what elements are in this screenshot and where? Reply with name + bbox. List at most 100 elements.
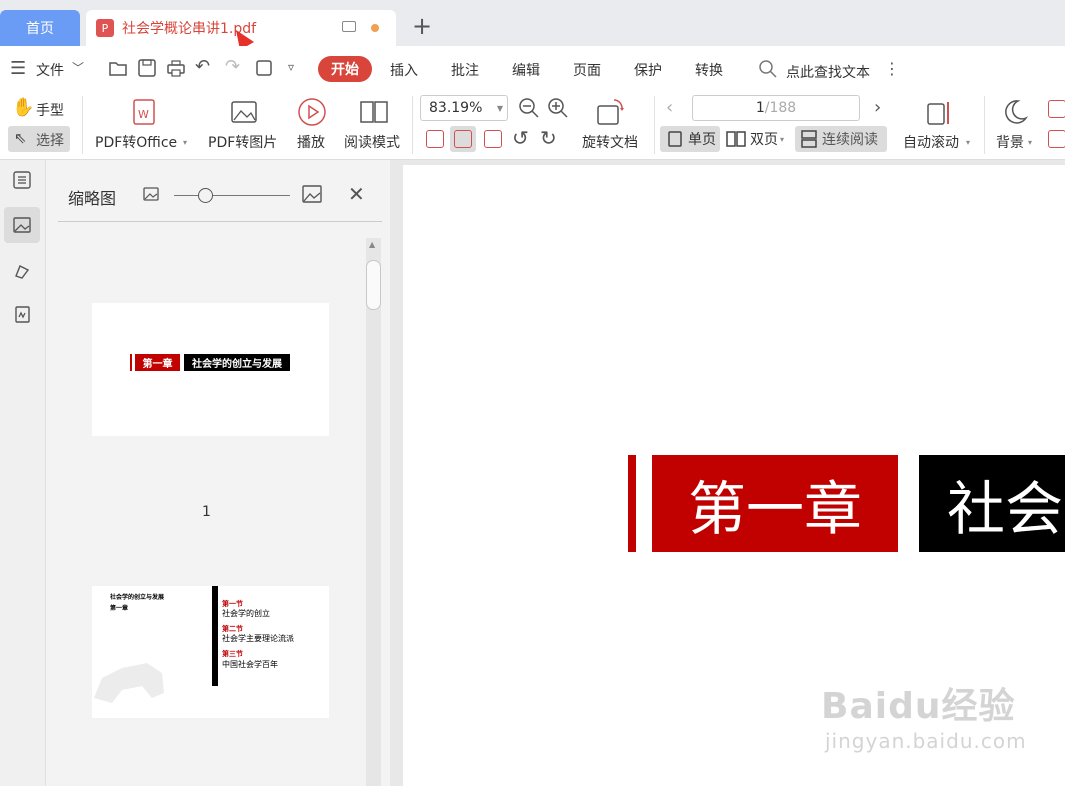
select-tool-label: 选择 bbox=[36, 133, 64, 149]
page-number-input[interactable]: 1 /188 bbox=[692, 95, 860, 121]
pdf-to-image-button[interactable]: PDF转图片 bbox=[208, 132, 277, 152]
auto-scroll-icon bbox=[927, 102, 949, 125]
menu-start-button[interactable]: 开始 bbox=[318, 56, 372, 82]
save-icon[interactable] bbox=[137, 58, 157, 78]
actual-size-icon[interactable] bbox=[426, 130, 444, 148]
double-page-label: 双页 bbox=[750, 132, 778, 148]
thumb2-section-title: 中国社会学百年 bbox=[222, 660, 278, 669]
rotate-right-icon[interactable]: ↻ bbox=[540, 126, 557, 150]
zoom-value: 83.19% bbox=[429, 100, 483, 116]
thumb2-section-title: 社会学主要理论流派 bbox=[222, 634, 294, 643]
export-icon[interactable] bbox=[254, 58, 274, 78]
scrollbar-thumb[interactable] bbox=[366, 260, 381, 310]
pdf-page[interactable]: 第一章 社会 Baidu经验 jingyan.baidu.com bbox=[403, 165, 1065, 786]
reading-mode-icon bbox=[360, 101, 388, 123]
play-button[interactable]: 播放 bbox=[297, 132, 325, 152]
more-vertical-icon[interactable]: ⋮ bbox=[884, 59, 900, 78]
text-recognition-icon[interactable] bbox=[1048, 130, 1065, 148]
menu-file[interactable]: 文件 bbox=[36, 60, 64, 80]
pdf-to-image-icon bbox=[231, 101, 257, 123]
menu-annotate[interactable]: 批注 bbox=[451, 60, 479, 80]
separator bbox=[984, 96, 985, 154]
thumbnail-image-icon bbox=[13, 217, 31, 233]
zoom-dropdown-icon[interactable]: ▼ bbox=[497, 104, 503, 113]
translate-icon[interactable] bbox=[1048, 100, 1065, 118]
zoom-out-icon[interactable] bbox=[518, 97, 540, 119]
fit-width-icon[interactable] bbox=[484, 130, 502, 148]
thumbnail-size-slider-track[interactable] bbox=[174, 195, 290, 196]
zoom-input[interactable]: 83.19% ▼ bbox=[420, 95, 508, 121]
rotate-document-button[interactable]: 旋转文档 bbox=[582, 132, 638, 152]
redo-icon[interactable]: ↷ bbox=[225, 56, 240, 77]
open-folder-icon[interactable] bbox=[108, 58, 128, 78]
menu-page[interactable]: 页面 bbox=[573, 60, 601, 80]
menu-insert[interactable]: 插入 bbox=[390, 60, 418, 80]
single-page-icon bbox=[668, 131, 682, 147]
signature-icon bbox=[15, 306, 30, 323]
select-tool-button[interactable]: ⇖ 选择 bbox=[8, 126, 70, 152]
scrollbar[interactable] bbox=[366, 238, 381, 786]
menu-edit[interactable]: 编辑 bbox=[512, 60, 540, 80]
fit-page-button[interactable] bbox=[450, 126, 476, 152]
left-sidebar-rail bbox=[0, 160, 46, 786]
background-button[interactable]: 背景 bbox=[996, 132, 1024, 152]
svg-text:W: W bbox=[138, 108, 149, 121]
new-tab-button[interactable]: + bbox=[412, 14, 432, 38]
thumb2-section-label: 第三节 bbox=[222, 650, 243, 658]
dropdown-caret-icon[interactable]: ▾ bbox=[780, 135, 784, 144]
close-icon[interactable]: ✕ bbox=[348, 182, 365, 206]
chapter-title: 社会 bbox=[919, 455, 1065, 552]
dropdown-caret-icon[interactable]: ▾ bbox=[1028, 138, 1032, 147]
undo-icon[interactable]: ↶ bbox=[195, 56, 210, 77]
page-total: /188 bbox=[764, 100, 797, 116]
thumb2-divider-bar bbox=[212, 586, 218, 686]
watermark: Baidu经验 jingyan.baidu.com bbox=[821, 677, 1027, 753]
quick-access-dropdown-icon[interactable]: ▿ bbox=[288, 60, 294, 74]
cursor-arrow-icon: ⇖ bbox=[14, 129, 27, 147]
auto-scroll-button[interactable]: 自动滚动 bbox=[903, 132, 959, 152]
hamburger-menu-icon[interactable]: ☰ bbox=[10, 58, 26, 79]
watermark-logo: Baidu经验 bbox=[821, 686, 1016, 727]
page-thumbnail-2[interactable]: 社会学的创立与发展 第一章 第一节 社会学的创立 第二节 社会学主要理论流派 第… bbox=[92, 586, 329, 718]
menu-convert[interactable]: 转换 bbox=[695, 60, 723, 80]
annotation-button[interactable] bbox=[4, 252, 40, 288]
next-page-icon[interactable]: › bbox=[874, 97, 881, 118]
dropdown-caret-icon[interactable]: ▾ bbox=[966, 138, 970, 147]
scroll-up-icon[interactable]: ▲ bbox=[369, 240, 375, 249]
reading-mode-button[interactable]: 阅读模式 bbox=[344, 132, 400, 152]
signature-button[interactable] bbox=[4, 297, 40, 333]
thumbnail-button[interactable] bbox=[4, 207, 40, 243]
prev-page-icon[interactable]: ‹ bbox=[666, 97, 673, 118]
thumbnail-size-slider[interactable] bbox=[198, 188, 213, 203]
chapter-accent-bar bbox=[628, 455, 636, 552]
search-text-input[interactable]: 点此查找文本 bbox=[786, 62, 870, 82]
divider bbox=[58, 221, 382, 222]
thumb2-chapter: 第一章 bbox=[110, 605, 129, 612]
rotate-left-icon[interactable]: ↺ bbox=[512, 126, 529, 150]
small-image-icon[interactable] bbox=[142, 185, 160, 203]
print-icon[interactable] bbox=[166, 58, 186, 78]
outline-button[interactable] bbox=[4, 162, 40, 198]
continuous-reading-button[interactable]: 连续阅读 bbox=[795, 126, 887, 152]
thumb2-section-title: 社会学的创立 bbox=[222, 609, 270, 618]
separator bbox=[412, 96, 413, 154]
document-viewer[interactable]: 第一章 社会 Baidu经验 jingyan.baidu.com bbox=[390, 160, 1065, 786]
menu-protect[interactable]: 保护 bbox=[634, 60, 662, 80]
moon-icon bbox=[1005, 100, 1029, 124]
outline-list-icon bbox=[13, 171, 31, 189]
menu-bar: ☰ 文件 ﹀ ↶ ↷ ▿ 开始 插入 批注 编辑 页面 保护 转换 点此查找文本… bbox=[0, 46, 1065, 92]
hand-tool-button[interactable]: 手型 bbox=[36, 100, 64, 120]
dropdown-caret-icon[interactable]: ▾ bbox=[183, 138, 187, 147]
page-thumbnail-1[interactable]: 第一章 社会学的创立与发展 bbox=[92, 303, 329, 436]
large-image-icon[interactable] bbox=[301, 183, 323, 205]
single-page-button[interactable]: 单页 bbox=[660, 126, 720, 152]
monitor-icon[interactable] bbox=[342, 21, 356, 32]
search-icon[interactable] bbox=[758, 59, 778, 79]
double-page-button[interactable]: 双页 ▾ bbox=[724, 126, 792, 152]
zoom-in-icon[interactable] bbox=[547, 97, 569, 119]
hand-icon: ✋ bbox=[12, 97, 35, 118]
pdf-to-office-button[interactable]: PDF转Office bbox=[95, 132, 177, 152]
separator bbox=[654, 96, 655, 154]
tab-home[interactable]: 首页 bbox=[0, 10, 80, 46]
chevron-down-icon[interactable]: ﹀ bbox=[72, 59, 84, 76]
